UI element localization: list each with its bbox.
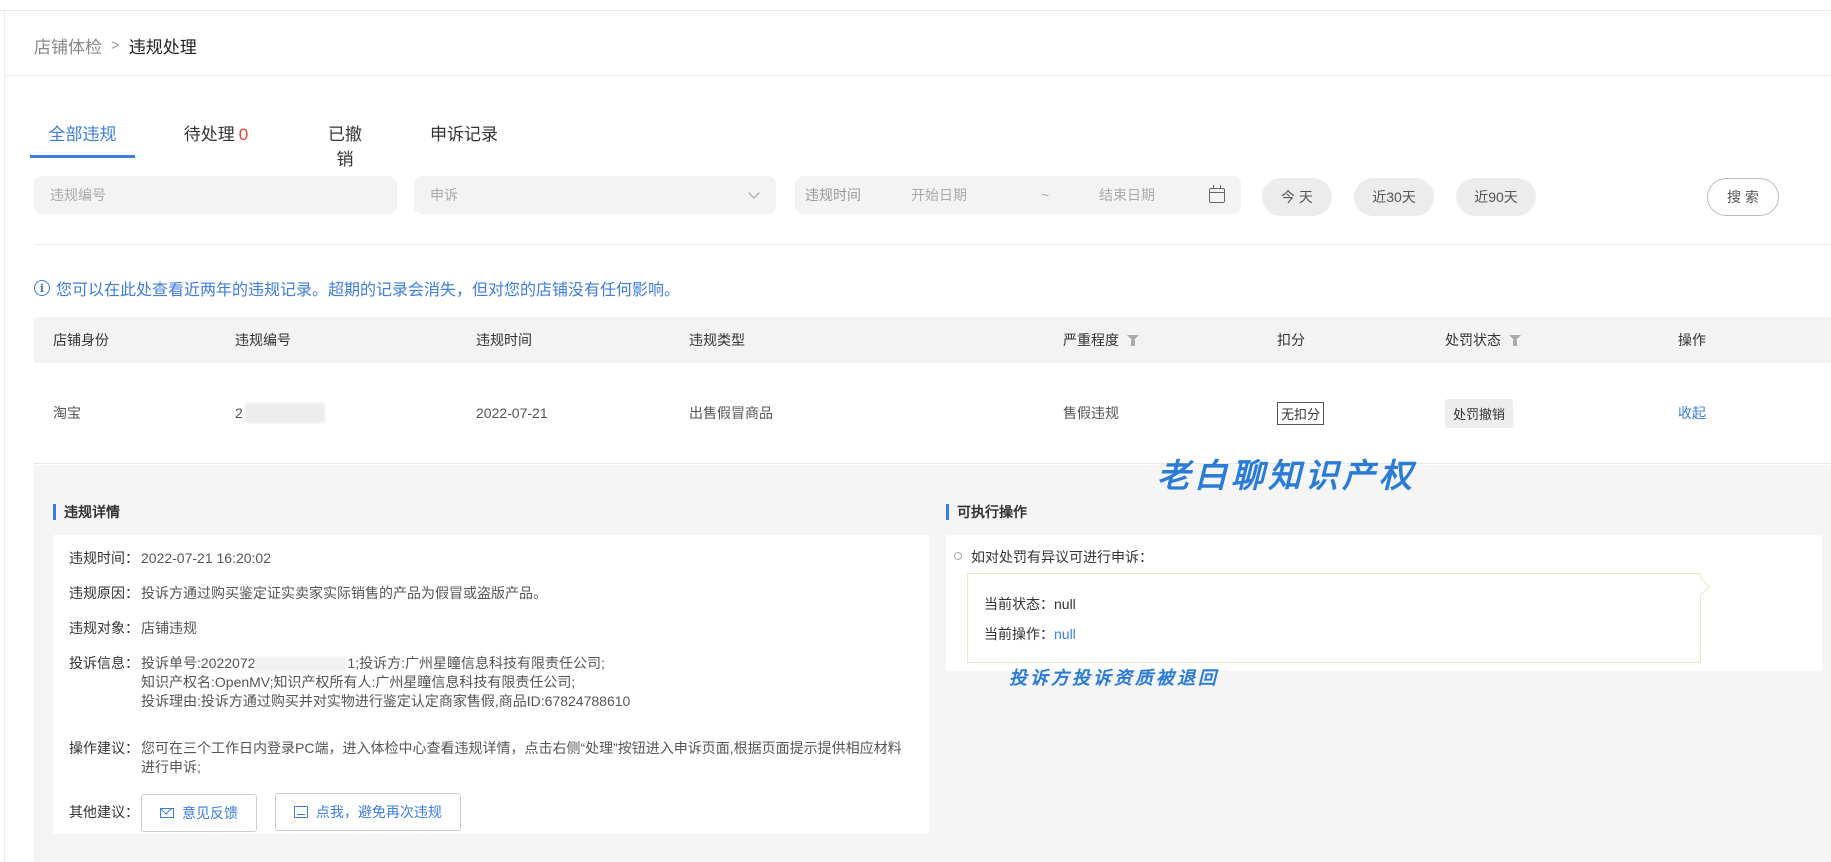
notice-text: 您可以在此处查看近两年的违规记录。超期的记录会消失，但对您的店铺没有任何影响。 — [56, 282, 681, 299]
pending-count-badge: 0 — [238, 125, 249, 144]
detail-complaint-row: 投诉信息： 投诉单号:2022072 1;投诉方:广州星瞳信息科技有限责任公司; … — [69, 654, 913, 711]
detail-advice-row: 操作建议： 您可在三个工作日内登录PC端，进入体检中心查看违规详情，点击右侧“处… — [69, 740, 902, 775]
current-status-value: null — [1054, 596, 1076, 612]
info-icon: i — [34, 280, 50, 296]
breadcrumb-parent-link[interactable]: 店铺体检 — [34, 33, 102, 58]
filter-divider — [34, 244, 1831, 245]
left-border — [4, 10, 5, 862]
collapse-link[interactable]: 收起 — [1678, 403, 1706, 423]
top-border — [0, 10, 1831, 11]
cell-violation-time: 2022-07-21 — [476, 405, 548, 421]
watermark-text-bottom: 投诉方投诉资质被退回 — [1009, 668, 1219, 689]
info-notice: i 您可以在此处查看近两年的违规记录。超期的记录会消失，但对您的店铺没有任何影响… — [34, 276, 680, 300]
calendar-icon[interactable] — [1209, 184, 1225, 203]
book-icon — [293, 806, 308, 818]
redacted-block — [255, 656, 348, 672]
date-range-picker[interactable]: 违规时间 开始日期 ~ 结束日期 — [795, 176, 1241, 214]
header-action: 操作 — [1678, 332, 1706, 348]
appeal-status-box: 当前状态：null 当前操作：null — [967, 573, 1701, 663]
chevron-down-icon — [748, 189, 760, 201]
last-30-days-button[interactable]: 近30天 — [1354, 178, 1434, 216]
appeal-lead-text: 如对处罚有异议可进行申诉： — [971, 549, 1153, 565]
header-penalty-status: 处罚状态 — [1445, 317, 1521, 363]
end-date-input[interactable]: 结束日期 — [1099, 185, 1209, 205]
date-range-label: 违规时间 — [805, 187, 861, 203]
cell-identity: 淘宝 — [53, 405, 81, 421]
violation-detail-card: 违规时间： 2022-07-21 16:20:02 违规原因： 投诉方通过购买鉴… — [53, 535, 929, 834]
today-button[interactable]: 今 天 — [1262, 178, 1332, 216]
detail-time-row: 违规时间： 2022-07-21 16:20:02 — [69, 550, 271, 566]
tab-label: 待处理 — [183, 125, 235, 144]
cell-points: 无扣分 — [1277, 363, 1325, 463]
detail-target-row: 违规对象： 店铺违规 — [69, 620, 197, 636]
current-status-line: 当前状态：null — [984, 596, 1076, 612]
cell-violation-type: 出售假冒商品 — [689, 405, 773, 421]
table-header: 店铺身份 违规编号 违规时间 违规类型 严重程度 扣分 处罚状态 操作 — [34, 317, 1831, 363]
filter-icon[interactable] — [1127, 334, 1139, 346]
current-operation-line: 当前操作：null — [984, 626, 1076, 642]
mail-icon — [160, 808, 174, 818]
complaint-line-1: 投诉单号:2022072 1;投诉方:广州星瞳信息科技有限责任公司; — [141, 655, 605, 672]
search-button[interactable]: 搜 索 — [1707, 178, 1779, 216]
type-select-value: 申诉 — [430, 187, 458, 203]
last-90-days-button[interactable]: 近90天 — [1456, 178, 1536, 216]
breadcrumb-current: 违规处理 — [128, 38, 197, 57]
cell-penalty-status: 处罚撤销 — [1445, 363, 1514, 463]
date-range-separator: ~ — [1041, 187, 1050, 203]
violation-id-placeholder: 违规编号 — [50, 187, 106, 203]
available-actions-card: 如对处罚有异议可进行申诉： 当前状态：null 当前操作：null — [946, 535, 1822, 671]
tab-all-violations[interactable]: 全部违规 — [30, 110, 135, 158]
tab-pending[interactable]: 待处理 0 — [183, 110, 249, 158]
violation-type-select[interactable]: 申诉 — [414, 176, 776, 214]
detail-section-title: 违规详情 — [53, 504, 120, 520]
header-violation-type: 违规类型 — [689, 332, 745, 348]
detail-reason-row: 违规原因： 投诉方通过购买鉴定证实卖家实际销售的产品为假冒或盗版产品。 — [69, 585, 547, 601]
cell-action: 收起 — [1678, 363, 1706, 463]
header-severity: 严重程度 — [1063, 317, 1139, 363]
header-points: 扣分 — [1277, 332, 1305, 348]
tab-label: 已撤销 — [328, 125, 362, 169]
header-identity: 店铺身份 — [53, 332, 109, 348]
feedback-button[interactable]: 意见反馈 — [141, 794, 257, 832]
complaint-line-2: 知识产权名:OpenMV;知识产权所有人:广州星瞳信息科技有限责任公司; — [141, 674, 576, 690]
redacted-block — [244, 403, 325, 423]
points-badge: 无扣分 — [1277, 401, 1325, 425]
header-violation-id: 违规编号 — [235, 332, 291, 348]
current-operation-link[interactable]: null — [1054, 626, 1076, 642]
header-violation-time: 违规时间 — [476, 332, 532, 348]
bullet-icon — [954, 552, 962, 560]
avoid-violation-button[interactable]: 点我，避免再次违规 — [274, 793, 461, 831]
complaint-line-3: 投诉理由:投诉方通过购买并对实物进行鉴定认定商家售假,商品ID:67824788… — [141, 693, 631, 709]
cell-violation-id: 2 — [235, 363, 325, 463]
breadcrumb-divider — [4, 75, 1831, 76]
table-row: 淘宝 2 2022-07-21 出售假冒商品 售假违规 无扣分 处罚撤销 收起 — [34, 363, 1831, 464]
status-badge: 处罚撤销 — [1445, 398, 1514, 428]
tab-label: 全部违规 — [48, 125, 117, 144]
watermark-text-top: 老白聊知识产权 — [1157, 456, 1416, 495]
tab-appeal-records[interactable]: 申诉记录 — [430, 110, 498, 158]
actions-section-title: 可执行操作 — [946, 504, 1027, 520]
violation-id-input[interactable]: 违规编号 — [34, 176, 397, 214]
violation-tabs: 全部违规 待处理 0 已撤销 申诉记录 — [30, 110, 498, 169]
cell-severity: 售假违规 — [1063, 405, 1119, 421]
filter-icon[interactable] — [1509, 334, 1521, 346]
tab-revoked[interactable]: 已撤销 — [320, 110, 370, 169]
detail-other-row: 其他建议： 意见反馈 点我，避免再次违规 — [69, 793, 913, 832]
breadcrumb-separator: > — [111, 37, 120, 54]
start-date-input[interactable]: 开始日期 — [911, 185, 1041, 205]
tab-label: 申诉记录 — [430, 125, 498, 144]
breadcrumb: 店铺体检 > 违规处理 — [34, 33, 197, 58]
